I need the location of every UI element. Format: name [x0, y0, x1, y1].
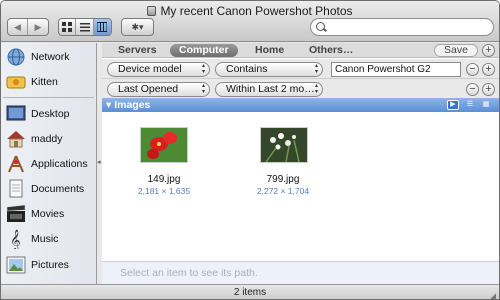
file-thumbnail[interactable] — [260, 127, 308, 163]
sidebar-item-label: Desktop — [31, 108, 70, 120]
sidebar-item-label: Network — [31, 51, 70, 63]
file-name[interactable]: 149.jpg — [119, 174, 209, 185]
finder-window: My recent Canon Powershot Photos ◀ ▶ ✱▾ — [0, 0, 500, 300]
search-field[interactable] — [310, 18, 494, 36]
sidebar-divider — [3, 97, 94, 98]
disk-icon — [6, 72, 26, 92]
search-results-pane: Servers Computer Home Others… Save + Dev… — [102, 43, 499, 284]
attribute-popup[interactable]: Last Opened — [107, 82, 210, 97]
save-button[interactable]: Save — [434, 44, 478, 57]
path-bar: Select an item to see its path. — [102, 261, 499, 284]
search-scope-bar: Servers Computer Home Others… Save + — [102, 43, 499, 58]
remove-criteria-button[interactable]: − — [466, 63, 479, 76]
criteria-row: Device model Contains Canon Powershot G2… — [102, 59, 499, 79]
home-icon — [6, 129, 26, 149]
gear-icon: ✱▾ — [131, 21, 144, 32]
sidebar-item-label: Applications — [31, 158, 88, 170]
movies-icon — [6, 204, 26, 224]
item-count: 2 items — [233, 287, 267, 298]
operator-popup[interactable]: Within Last 2 mo… — [215, 82, 323, 97]
documents-icon — [6, 179, 26, 199]
criteria-value-field[interactable]: Canon Powershot G2 — [331, 62, 461, 77]
sidebar-item-label: maddy — [31, 133, 63, 145]
disclosure-triangle-icon: ▾ — [106, 99, 115, 111]
group-header[interactable]: ▾ Images ▶ ☰ ▦ — [102, 98, 499, 112]
sidebar-item-label: Kitten — [31, 76, 58, 88]
pictures-icon — [6, 255, 26, 275]
scope-computer[interactable]: Computer — [170, 44, 238, 57]
svg-text:𝄞: 𝄞 — [10, 230, 21, 249]
criteria-row: Last Opened Within Last 2 mo… − + — [102, 79, 499, 99]
sidebar-item-label: Music — [31, 233, 59, 245]
view-mode-control — [58, 18, 112, 36]
column-view-button[interactable] — [93, 19, 111, 35]
list-view-icon[interactable]: ☰ — [464, 100, 476, 110]
scope-others[interactable]: Others… — [309, 44, 353, 56]
window-title: My recent Canon Powershot Photos — [1, 4, 499, 18]
resize-grip-icon[interactable]: ◢ — [489, 289, 496, 299]
column-view-icon — [97, 22, 108, 32]
sidebar-item-kitten[interactable]: Kitten — [6, 70, 58, 94]
attribute-popup[interactable]: Device model — [107, 62, 210, 77]
back-forward-control: ◀ ▶ — [7, 18, 49, 36]
remove-criteria-button[interactable]: − — [466, 83, 479, 96]
scope-home[interactable]: Home — [255, 44, 284, 56]
sidebar-item-applications[interactable]: Applications — [6, 152, 88, 176]
file-thumbnail[interactable] — [140, 127, 188, 163]
scope-servers[interactable]: Servers — [118, 44, 157, 56]
window-title-text: My recent Canon Powershot Photos — [160, 4, 353, 18]
add-criteria-button[interactable]: + — [482, 63, 495, 76]
list-view-icon — [79, 23, 90, 32]
status-bar: 2 items ◢ — [1, 284, 499, 299]
sidebar-item-pictures[interactable]: Pictures — [6, 253, 69, 277]
sidebar-item-maddy[interactable]: maddy — [6, 127, 63, 151]
sidebar-item-label: Movies — [31, 208, 65, 220]
desktop-icon — [6, 104, 26, 124]
file-name[interactable]: 799.jpg — [238, 174, 328, 185]
music-icon: 𝄞 — [6, 229, 26, 251]
applications-icon — [6, 154, 26, 174]
add-criteria-button[interactable]: + — [482, 44, 495, 57]
sidebar-item-movies[interactable]: Movies — [6, 202, 64, 226]
icon-view-icon — [62, 22, 73, 32]
sidebar: Network Kitten Desktop maddy Application… — [1, 43, 97, 284]
sidebar-item-network[interactable]: Network — [6, 45, 70, 69]
file-dimensions: 2,181 × 1,635 — [137, 186, 191, 196]
add-criteria-button[interactable]: + — [482, 83, 495, 96]
toolbar: My recent Canon Powershot Photos ◀ ▶ ✱▾ — [1, 1, 499, 42]
icon-view-icon[interactable]: ▦ — [480, 100, 492, 110]
white-flowers-image — [261, 128, 307, 163]
forward-button[interactable]: ▶ — [28, 19, 48, 35]
sidebar-item-desktop[interactable]: Desktop — [6, 102, 70, 126]
list-view-button[interactable] — [76, 19, 94, 35]
file-dimensions: 2,272 × 1,704 — [256, 186, 310, 196]
slideshow-button[interactable]: ▶ — [447, 100, 459, 110]
network-icon — [6, 47, 26, 67]
red-flower-image — [141, 128, 187, 162]
search-icon — [316, 22, 325, 31]
icon-view-button[interactable] — [59, 19, 77, 35]
operator-popup[interactable]: Contains — [215, 62, 323, 77]
sidebar-item-label: Pictures — [31, 259, 69, 271]
sidebar-item-music[interactable]: 𝄞 Music — [6, 227, 58, 251]
back-button[interactable]: ◀ — [8, 19, 28, 35]
action-menu-button[interactable]: ✱▾ — [121, 18, 154, 36]
folder-proxy-icon[interactable] — [147, 6, 157, 16]
sidebar-item-label: Documents — [31, 183, 85, 195]
sidebar-item-documents[interactable]: Documents — [6, 177, 84, 201]
group-title: Images — [114, 99, 151, 111]
